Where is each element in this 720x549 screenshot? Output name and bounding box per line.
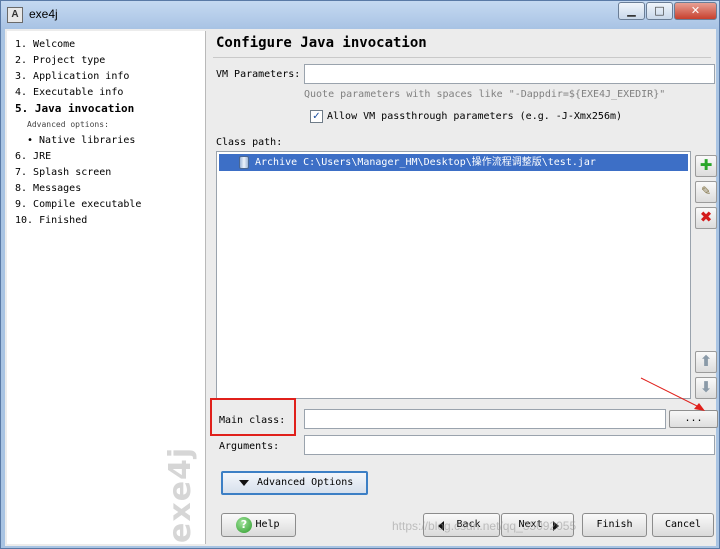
arrow-right-icon xyxy=(553,521,559,531)
nav-step-compile-executable[interactable]: 9. Compile executable xyxy=(15,197,141,213)
arguments-label: Arguments: xyxy=(219,441,280,452)
minimize-button[interactable]: ▁ xyxy=(618,2,645,20)
wizard-step-nav: 1. Welcome 2. Project type 3. Applicatio… xyxy=(7,31,206,544)
next-button[interactable]: Next xyxy=(501,513,574,537)
main-class-label: Main class: xyxy=(219,415,286,426)
annotation-arrow xyxy=(640,377,705,411)
vm-parameters-label: VM Parameters: xyxy=(216,69,301,80)
window-title: exe4j xyxy=(29,7,58,21)
help-button[interactable]: ? Help xyxy=(221,513,296,537)
finish-button[interactable]: Finish xyxy=(582,513,647,537)
nav-step-executable-info[interactable]: 4. Executable info xyxy=(15,85,141,101)
heading-divider xyxy=(213,57,711,58)
main-class-input[interactable] xyxy=(304,409,666,429)
class-path-entry[interactable]: Archive C:\Users\Manager_HM\Desktop\操作流程… xyxy=(219,154,688,171)
remove-classpath-entry-button[interactable]: ✖ xyxy=(695,207,717,229)
move-up-button[interactable]: ⬆ xyxy=(695,351,717,373)
exe4j-logo: exe4j xyxy=(155,447,198,544)
class-path-label: Class path: xyxy=(216,137,283,148)
nav-step-jre[interactable]: 6. JRE xyxy=(15,149,141,165)
class-path-entry-text: Archive C:\Users\Manager_HM\Desktop\操作流程… xyxy=(255,157,596,168)
allow-vm-passthrough-checkbox[interactable]: ✓ xyxy=(310,110,323,123)
archive-icon xyxy=(239,156,249,169)
next-label: Next xyxy=(518,519,543,530)
close-button[interactable]: ✕ xyxy=(674,2,717,20)
help-icon: ? xyxy=(236,517,252,533)
nav-step-splash-screen[interactable]: 7. Splash screen xyxy=(15,165,141,181)
vm-parameters-hint: Quote parameters with spaces like "-Dapp… xyxy=(304,89,666,100)
title-bar[interactable]: A exe4j ▁ □ ✕ xyxy=(1,1,719,29)
arguments-input[interactable] xyxy=(304,435,715,455)
allow-vm-passthrough-label[interactable]: Allow VM passthrough parameters (e.g. -J… xyxy=(327,111,622,122)
wizard-body: 1. Welcome 2. Project type 3. Applicatio… xyxy=(5,29,718,546)
arrow-left-icon xyxy=(438,521,444,531)
nav-step-project-type[interactable]: 2. Project type xyxy=(15,53,141,69)
nav-step-welcome[interactable]: 1. Welcome xyxy=(15,37,141,53)
app-window: A exe4j ▁ □ ✕ 1. Welcome 2. Project type… xyxy=(0,0,720,549)
back-label: Back xyxy=(456,519,481,530)
maximize-button[interactable]: □ xyxy=(646,2,673,20)
nav-step-messages[interactable]: 8. Messages xyxy=(15,181,141,197)
edit-classpath-entry-button[interactable]: ✎ xyxy=(695,181,717,203)
back-button[interactable]: Back xyxy=(423,513,500,537)
nav-step-java-invocation[interactable]: 5. Java invocation xyxy=(15,101,141,117)
advanced-options-button[interactable]: Advanced Options xyxy=(221,471,368,495)
help-label: Help xyxy=(255,519,280,530)
advanced-options-label: Advanced Options xyxy=(257,477,354,488)
page-title: Configure Java invocation xyxy=(216,35,427,51)
java-invocation-panel: Configure Java invocation VM Parameters:… xyxy=(209,31,718,544)
app-icon: A xyxy=(7,7,23,23)
nav-step-application-info[interactable]: 3. Application info xyxy=(15,69,141,85)
class-path-list[interactable]: Archive C:\Users\Manager_HM\Desktop\操作流程… xyxy=(216,151,691,399)
triangle-down-icon xyxy=(239,480,249,486)
nav-step-native-libraries[interactable]: • Native libraries xyxy=(15,133,141,149)
cancel-button[interactable]: Cancel xyxy=(652,513,714,537)
nav-advanced-options-heading: Advanced options: xyxy=(27,120,109,129)
add-classpath-entry-button[interactable]: ✚ xyxy=(695,155,717,177)
vm-parameters-input[interactable] xyxy=(304,64,715,84)
nav-step-finished[interactable]: 10. Finished xyxy=(15,213,141,229)
brand-text: exe4j xyxy=(163,446,198,543)
